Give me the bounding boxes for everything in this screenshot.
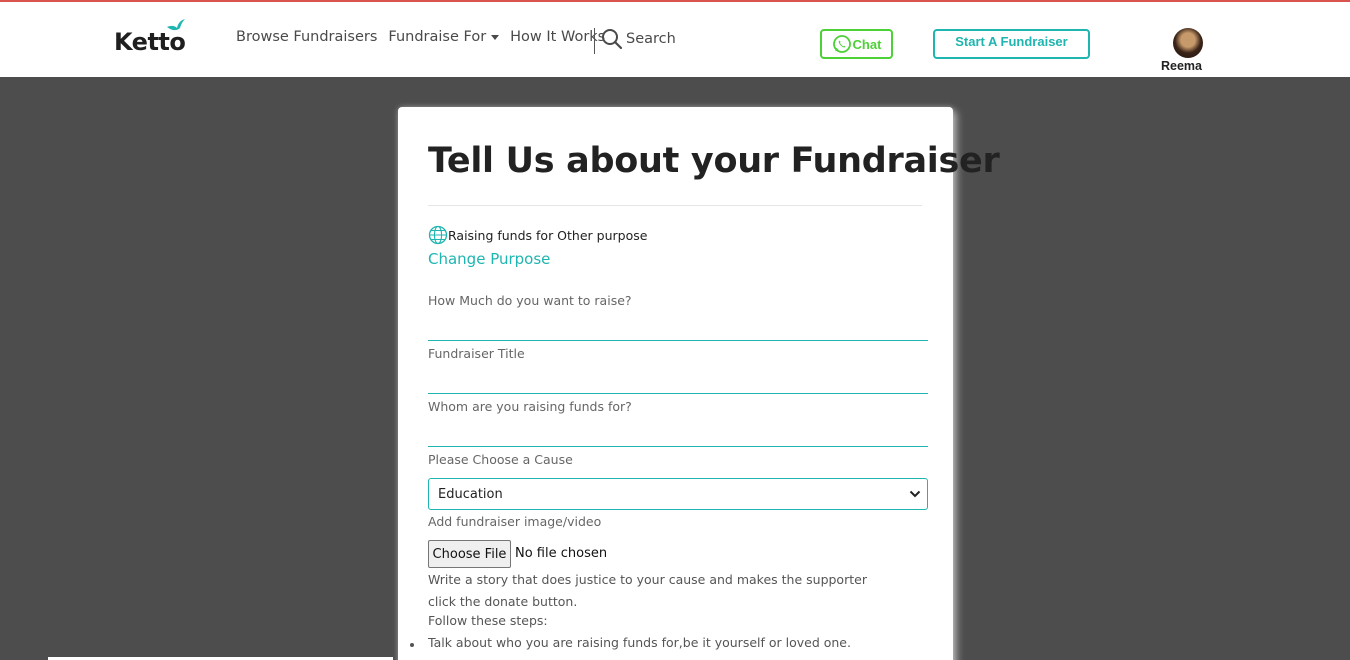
nav-browse-fundraisers[interactable]: Browse Fundraisers bbox=[236, 29, 377, 45]
file-status: No file chosen bbox=[515, 546, 608, 561]
cause-label: Please Choose a Cause bbox=[428, 452, 573, 467]
navbar: Ketto Browse Fundraisers Fundraise For H… bbox=[0, 2, 1350, 77]
search-button[interactable]: Search bbox=[601, 28, 676, 50]
fundraiser-form-card: Tell Us about your Fundraiser Raising fu… bbox=[398, 107, 1000, 660]
bird-icon bbox=[167, 19, 185, 31]
fundraiser-title-input[interactable] bbox=[428, 370, 928, 394]
choose-file-button[interactable]: Choose File bbox=[428, 540, 511, 568]
caret-down-icon bbox=[491, 34, 500, 40]
whom-label: Whom are you raising funds for? bbox=[428, 399, 632, 414]
whatsapp-chat-button[interactable]: Chat bbox=[820, 29, 893, 59]
purpose-row: Raising funds for Other purpose bbox=[428, 225, 647, 245]
user-name[interactable]: Reema bbox=[1161, 59, 1202, 73]
list-item: Talk about who you are raising funds for… bbox=[410, 635, 851, 650]
chevron-down-icon bbox=[909, 490, 921, 498]
whatsapp-icon bbox=[832, 35, 851, 53]
main-nav: Browse Fundraisers Fundraise For How It … bbox=[236, 29, 616, 45]
story-instructions: Write a story that does justice to your … bbox=[428, 572, 867, 609]
page-title: Tell Us about your Fundraiser bbox=[428, 141, 1000, 181]
change-purpose-link[interactable]: Change Purpose bbox=[428, 250, 550, 268]
title-label: Fundraiser Title bbox=[428, 346, 525, 361]
user-avatar[interactable] bbox=[1173, 28, 1203, 58]
amount-label: How Much do you want to raise? bbox=[428, 293, 632, 308]
chat-label: Chat bbox=[852, 36, 882, 52]
cause-selected-value: Education bbox=[438, 486, 503, 502]
globe-icon bbox=[428, 225, 448, 245]
bullet-icon bbox=[410, 643, 414, 647]
purpose-text: Raising funds for Other purpose bbox=[448, 227, 648, 243]
start-fundraiser-button[interactable]: Start A Fundraiser bbox=[933, 29, 1090, 59]
nav-fundraise-for-label: Fundraise For bbox=[388, 29, 487, 45]
title-divider bbox=[428, 205, 922, 206]
nav-divider bbox=[594, 28, 595, 54]
cause-select[interactable]: Education bbox=[428, 478, 928, 510]
beneficiary-input[interactable] bbox=[428, 423, 928, 447]
search-label: Search bbox=[626, 31, 676, 47]
nav-how-it-works[interactable]: How It Works bbox=[510, 29, 605, 45]
amount-input[interactable] bbox=[428, 317, 928, 341]
step-text: Talk about who you are raising funds for… bbox=[428, 635, 851, 650]
media-label: Add fundraiser image/video bbox=[428, 514, 602, 529]
steps-label: Follow these steps: bbox=[428, 613, 548, 628]
search-icon bbox=[602, 29, 623, 50]
nav-fundraise-for[interactable]: Fundraise For bbox=[388, 29, 500, 45]
